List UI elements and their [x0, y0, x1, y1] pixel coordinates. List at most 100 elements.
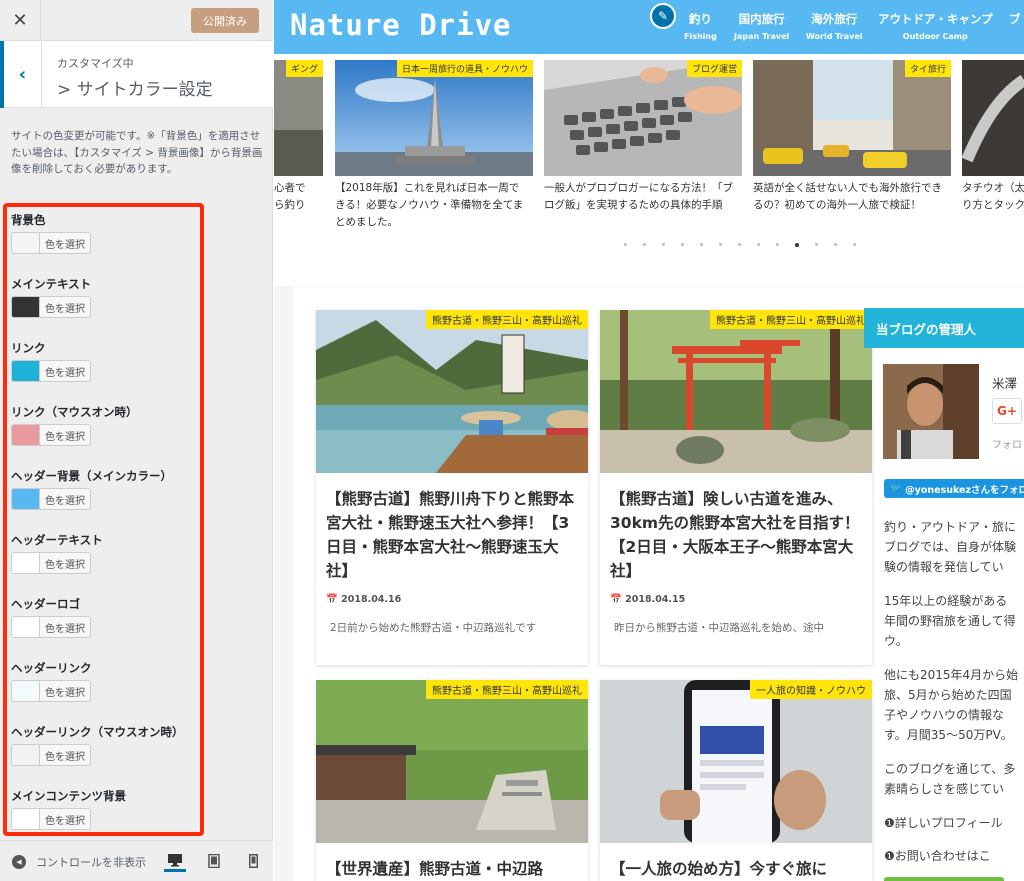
follow-label[interactable]: フォロ — [992, 436, 1022, 451]
color-control-label: ヘッダーリンク — [11, 661, 92, 675]
color-picker-button[interactable]: 色を選択 — [11, 744, 91, 766]
nav-item-fishing[interactable]: 釣り Fishing — [684, 11, 717, 41]
customizer-footer: ◀ コントロールを非表示 — [0, 840, 273, 881]
nav-label: ブ — [1009, 12, 1021, 26]
color-control: メインテキスト 色を選択 — [11, 276, 92, 318]
nav-sublabel: Outdoor Camp — [902, 32, 968, 41]
color-picker-label: 色を選択 — [40, 681, 90, 701]
carousel-slide[interactable]: タチウオ（太 り方とタック — [962, 60, 1024, 220]
color-picker-button[interactable]: 色を選択 — [11, 360, 91, 382]
carousel-dot[interactable] — [662, 243, 665, 246]
color-swatch — [12, 297, 40, 317]
post-category-tag: 一人旅の知識・ノウハウ — [750, 680, 872, 699]
googleplus-icon[interactable]: G+ — [992, 398, 1022, 424]
color-control-label: ヘッダーテキスト — [11, 533, 103, 547]
nav-item-japan-travel[interactable]: 国内旅行 Japan Travel — [734, 11, 789, 41]
carousel-dot[interactable] — [700, 243, 703, 246]
carousel-dot[interactable] — [643, 243, 646, 246]
color-control: メインコンテンツ背景 色を選択 — [11, 788, 126, 830]
bio-line: 子やノウハウの情報な — [884, 708, 1005, 722]
bio-line: 年間の野宿旅を通して得 — [884, 614, 1016, 628]
tablet-preview-icon[interactable] — [203, 850, 225, 872]
slide-category-tag: タイ旅行 — [904, 60, 951, 77]
post-thumbnail — [316, 680, 588, 843]
bio-line: 素晴らしさを感じてい — [884, 782, 1005, 796]
bio-line: す。月間35〜50万PV。 — [884, 728, 1013, 742]
color-control: ヘッダー背景（メインカラー） 色を選択 — [11, 468, 172, 510]
color-swatch — [12, 489, 40, 509]
bio-line: このブログを通じて、多 — [884, 762, 1016, 776]
section-description: サイトの色変更が可能です。※「背景色」を適用させたい場合は、【カスタマイズ > … — [11, 130, 263, 175]
carousel-dot[interactable] — [719, 243, 722, 246]
color-swatch — [12, 745, 40, 765]
carousel-dot[interactable] — [738, 243, 741, 246]
carousel-dot-active[interactable] — [795, 243, 799, 247]
color-picker-button[interactable]: 色を選択 — [11, 680, 91, 702]
nav-item-blog[interactable]: ブ — [1009, 11, 1021, 27]
widget-button[interactable] — [884, 877, 1004, 881]
post-card[interactable]: 熊野古道・熊野三山・高野山巡礼 【熊野古道】熊野川舟下りと熊野本宮大社・熊野速玉… — [316, 310, 588, 665]
contact-link[interactable]: ❶お問い合わせはこ — [884, 847, 991, 864]
color-picker-label: 色を選択 — [40, 425, 90, 445]
nav-item-outdoor-camp[interactable]: アウトドア・キャンプ Outdoor Camp — [878, 11, 993, 41]
close-icon[interactable]: ✕ — [0, 0, 41, 41]
author-avatar — [883, 364, 979, 459]
nav-sublabel: Japan Travel — [734, 32, 790, 41]
site-header: Nature Drive ✎ 釣り Fishing 国内旅行 Japan Tra… — [274, 0, 1024, 54]
post-date-value: 2018.04.15 — [625, 594, 686, 605]
color-picker-button[interactable]: 色を選択 — [11, 296, 91, 318]
color-control-label: リンク（マウスオン時） — [11, 405, 138, 419]
twitter-follow-label: @yonesukezさんをフォロ — [905, 484, 1024, 496]
color-picker-button[interactable]: 色を選択 — [11, 424, 91, 446]
carousel-dot[interactable] — [853, 243, 856, 246]
color-picker-label: 色を選択 — [40, 745, 90, 765]
slide-category-tag: ブログ運営 — [686, 60, 742, 77]
twitter-follow-button[interactable]: 🐦 @yonesukezさんをフォロ — [884, 479, 1024, 498]
edit-pencil-icon[interactable]: ✎ — [650, 3, 676, 29]
slide-title: 一般人がプロブロガーになる方法！「ブ ログ飯」を実現するための具体的手順 — [544, 182, 733, 211]
post-card[interactable]: 熊野古道・熊野三山・高野山巡礼 【熊野古道】険しい古道を進み、30km先の熊野本… — [600, 310, 872, 665]
color-picker-button[interactable]: 色を選択 — [11, 488, 91, 510]
desktop-preview-icon[interactable] — [164, 850, 186, 872]
hide-controls-button[interactable]: コントロールを非表示 — [36, 854, 154, 870]
carousel-dot[interactable] — [834, 243, 837, 246]
carousel-dot[interactable] — [624, 243, 627, 246]
slide-image — [335, 60, 533, 176]
nav-label: 釣り — [688, 12, 712, 26]
back-icon[interactable]: ‹ — [0, 41, 42, 108]
bio-line: 旅、5月から始めた四国 — [884, 688, 1012, 702]
collapse-icon[interactable]: ◀ — [12, 855, 26, 869]
color-swatch — [12, 809, 40, 829]
post-title: 【熊野古道】険しい古道を進み、30km先の熊野本宮大社を目指す！【2日目・大阪本… — [610, 490, 860, 580]
post-thumbnail — [316, 310, 588, 473]
nav-item-world-travel[interactable]: 海外旅行 World Travel — [806, 11, 863, 41]
post-excerpt: 2日前から始めた熊野古道・中辺路巡礼です — [330, 622, 537, 634]
color-control: 背景色 色を選択 — [11, 212, 91, 254]
color-picker-label: 色を選択 — [40, 361, 90, 381]
carousel-dot[interactable] — [815, 243, 818, 246]
color-control: ヘッダーテキスト 色を選択 — [11, 532, 103, 574]
site-preview: Nature Drive ✎ 釣り Fishing 国内旅行 Japan Tra… — [274, 0, 1024, 881]
carousel-dot[interactable] — [776, 243, 779, 246]
color-swatch — [12, 425, 40, 445]
slide-image — [274, 60, 323, 176]
profile-link[interactable]: ❶詳しいプロフィール — [884, 814, 1003, 831]
carousel-dot[interactable] — [757, 243, 760, 246]
color-swatch — [12, 361, 40, 381]
post-card[interactable]: 熊野古道・熊野三山・高野山巡礼 【世界遺産】熊野古道・中辺路 — [316, 680, 588, 881]
color-picker-button[interactable]: 色を選択 — [11, 552, 91, 574]
publish-button[interactable]: 公開済み — [191, 8, 259, 33]
bio-line: ウ。 — [884, 634, 908, 648]
author-name[interactable]: 米澤 — [992, 373, 1017, 392]
post-card[interactable]: 一人旅の知識・ノウハウ 【一人旅の始め方】今すぐ旅に — [600, 680, 872, 881]
mobile-preview-icon[interactable] — [242, 850, 264, 872]
color-control-label: メインテキスト — [11, 277, 92, 291]
site-logo[interactable]: Nature Drive — [290, 8, 512, 42]
bio-line: 他にも2015年4月から始 — [884, 668, 1019, 682]
color-picker-button[interactable]: 色を選択 — [11, 808, 91, 830]
carousel-dot[interactable] — [681, 243, 684, 246]
color-picker-button[interactable]: 色を選択 — [11, 616, 91, 638]
bio-line: 15年以上の経験がある — [884, 594, 1008, 608]
post-thumbnail — [600, 680, 872, 843]
color-picker-button[interactable]: 色を選択 — [11, 232, 91, 254]
